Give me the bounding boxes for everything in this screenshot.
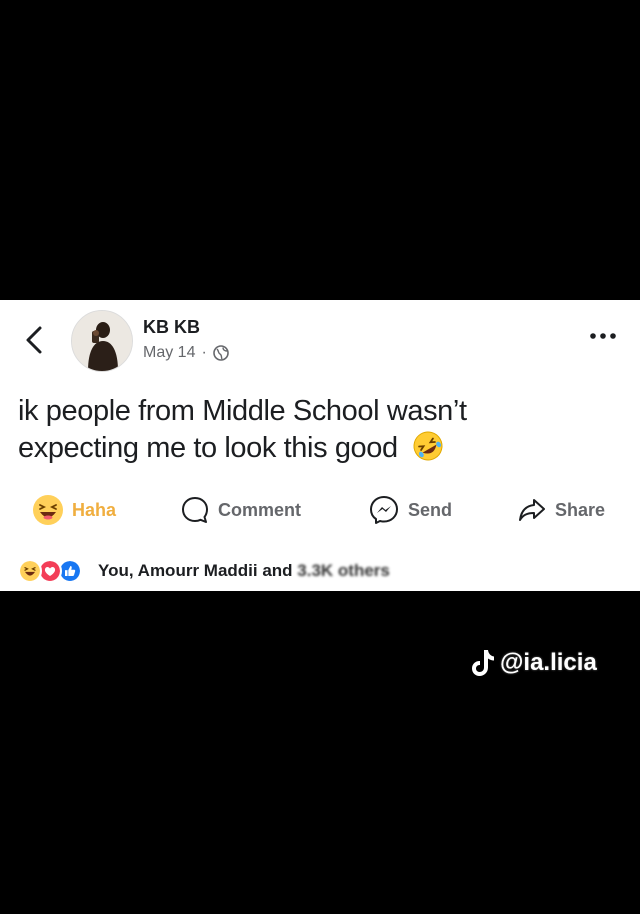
reaction-text: You, Amourr Maddii and 3.3K others [98, 561, 390, 581]
avatar[interactable] [71, 310, 133, 372]
globe-icon [212, 345, 229, 361]
rolling-on-floor-laughing-emoji [413, 431, 443, 461]
profile-photo [72, 311, 132, 371]
share-label: Share [555, 499, 606, 520]
post-date[interactable]: May 14 [143, 344, 195, 362]
messenger-icon [370, 496, 398, 524]
comment-button[interactable]: Comment [180, 490, 301, 530]
meta-separator: · [201, 344, 207, 361]
share-icon [519, 499, 545, 521]
tiktok-icon [472, 650, 494, 676]
haha-icon [18, 559, 42, 583]
chevron-left-icon[interactable] [20, 322, 48, 358]
post-meta: May 14 · [143, 344, 229, 362]
post-text-line-2-text: expecting me to look this good [18, 432, 398, 464]
send-button[interactable]: Send [368, 490, 452, 530]
comment-label: Comment [218, 499, 302, 520]
watermark-handle: @ia.licia [500, 649, 597, 676]
haha-button[interactable]: Haha [32, 490, 116, 530]
share-button[interactable]: Share [517, 490, 605, 530]
reaction-summary[interactable]: You, Amourr Maddii and 3.3K others [18, 558, 390, 584]
post-text-line-2: expecting me to look this good [18, 429, 618, 466]
comment-icon [182, 497, 208, 523]
action-bar: Haha Comment Send Share [0, 490, 640, 530]
haha-icon [33, 495, 63, 525]
reaction-text-main: You, Amourr Maddii and [98, 561, 298, 580]
more-horizontal-icon[interactable] [588, 326, 618, 346]
screen: KB KB May 14 · ik people from Middle Sch… [0, 0, 640, 914]
haha-label: Haha [72, 499, 117, 520]
profile-name[interactable]: KB KB [143, 317, 200, 338]
post-text-line-1: ik people from Middle School wasn’t [18, 395, 467, 427]
tiktok-watermark: @ia.licia [470, 648, 597, 678]
post-body: ik people from Middle School wasn’t expe… [18, 393, 618, 466]
reaction-icons [18, 559, 90, 583]
facebook-post-card: KB KB May 14 · ik people from Middle Sch… [0, 300, 640, 591]
reaction-count-obscured: 3.3K others [297, 561, 390, 580]
send-label: Send [408, 499, 453, 520]
